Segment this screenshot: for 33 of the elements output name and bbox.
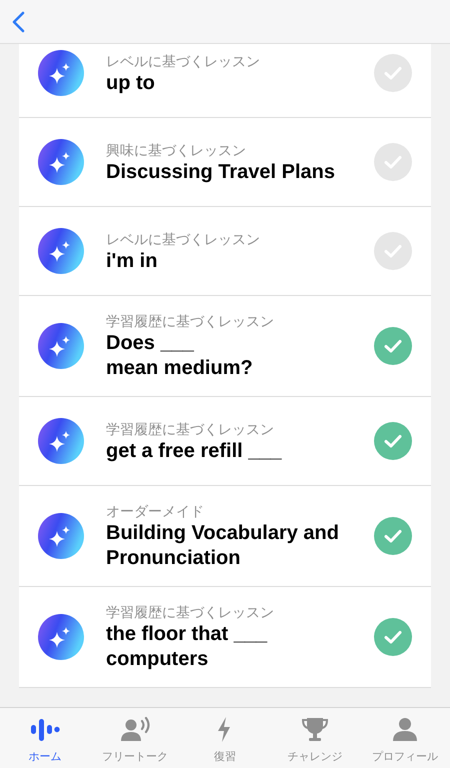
- lesson-row[interactable]: 学習履歴に基づくレッスン Does ___ mean medium?: [19, 296, 431, 397]
- speaking-person-icon: [119, 716, 151, 743]
- sparkle-icon: [38, 139, 84, 185]
- lesson-row[interactable]: レベルに基づくレッスン i'm in: [19, 207, 431, 296]
- lesson-row[interactable]: レベルに基づくレッスン up to: [19, 44, 431, 118]
- lesson-title: Discussing Travel Plans: [106, 160, 336, 184]
- tab-button[interactable]: ホーム: [0, 708, 90, 768]
- lesson-title: i'm in: [106, 248, 158, 274]
- sparkle-icon: [38, 228, 84, 274]
- lesson-row[interactable]: オーダーメイド Building Vocabulary and Pronunciation: [19, 486, 431, 587]
- lesson-row[interactable]: 興味に基づくレッスン Discussing Travel Plans: [19, 118, 431, 207]
- lesson-title: Does ___ mean medium?: [106, 331, 254, 381]
- sparkle-icon: [38, 50, 84, 96]
- sparkle-icon: [38, 614, 84, 660]
- lesson-category: レベルに基づくレッスン: [106, 230, 261, 248]
- lesson-row[interactable]: 学習履歴に基づくレッスン get a free refill ___: [19, 397, 431, 486]
- lesson-title: get a free refill ___: [106, 438, 283, 464]
- lesson-category: オーダーメイド: [106, 502, 205, 521]
- lesson-row[interactable]: 学習履歴に基づくレッスン the floor that ___ computers: [19, 587, 431, 688]
- lesson-category: 興味に基づくレッスン: [106, 140, 247, 160]
- back-icon[interactable]: [11, 10, 25, 32]
- lesson-category: 学習履歴に基づくレッスン: [106, 420, 275, 438]
- sparkle-icon: [38, 513, 84, 559]
- lesson-category: 学習履歴に基づくレッスン: [106, 603, 275, 622]
- lesson-title: up to: [106, 70, 156, 96]
- sparkle-icon: [38, 418, 84, 464]
- lesson-title: Building Vocabulary and Pronunciation: [106, 521, 340, 571]
- voice-bars-icon: [29, 716, 61, 743]
- lesson-title: the floor that ___ computers: [106, 622, 268, 672]
- sparkle-icon: [38, 323, 84, 369]
- lesson-category: レベルに基づくレッスン: [106, 52, 261, 70]
- trophy-icon: [299, 716, 331, 743]
- lesson-category: 学習履歴に基づくレッスン: [106, 312, 275, 331]
